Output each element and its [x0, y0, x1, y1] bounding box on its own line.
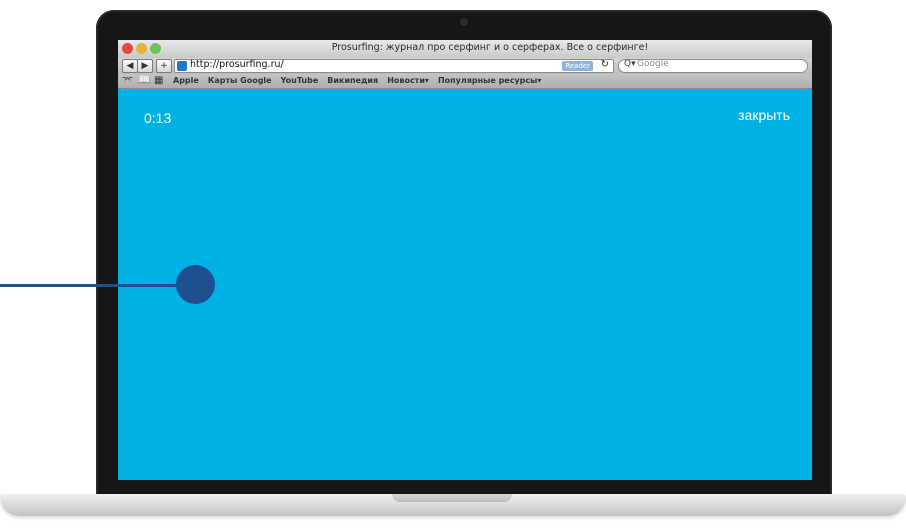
- video-timer: 0:13: [144, 110, 172, 126]
- title-bar: Prosurfing: журнал про серфинг и о серфе…: [118, 40, 812, 59]
- toolbar: ◀ ▶ + http://prosurfing.ru/ Reader ↻ Q▾ …: [118, 58, 812, 74]
- minimize-window-button[interactable]: [136, 43, 147, 54]
- window-title: Prosurfing: журнал про серфинг и о серфе…: [331, 42, 649, 53]
- bookmark-wikipedia[interactable]: Википедия: [327, 74, 378, 87]
- reload-icon[interactable]: ↻: [601, 59, 609, 70]
- bookmark-google-maps[interactable]: Карты Google: [208, 74, 272, 87]
- top-sites-grid-icon[interactable]: ▦: [154, 74, 163, 87]
- bookmark-list: Apple Карты Google YouTube Википедия Нов…: [173, 74, 541, 87]
- close-window-button[interactable]: [122, 43, 133, 54]
- site-favicon-icon: [177, 61, 187, 71]
- bookmarks-bar: ⌤ 📖 ▦ Apple Карты Google YouTube Википед…: [118, 74, 812, 89]
- bookmark-news[interactable]: Новости▾: [387, 74, 429, 87]
- search-input[interactable]: Q▾ Google: [618, 59, 808, 73]
- bookmark-popular[interactable]: Популярные ресурсы▾: [438, 74, 541, 87]
- address-bar[interactable]: http://prosurfing.ru/ Reader ↻: [174, 59, 614, 73]
- back-button[interactable]: ◀: [122, 59, 138, 73]
- laptop-notch: [392, 494, 512, 502]
- search-icon: Q▾: [624, 59, 636, 69]
- stage: Prosurfing: журнал про серфинг и о серфе…: [0, 0, 906, 528]
- bookmark-apple[interactable]: Apple: [173, 74, 199, 87]
- bookmarks-book-icon[interactable]: 📖: [138, 74, 150, 87]
- add-bookmark-button[interactable]: +: [156, 59, 172, 73]
- pointer-line: [0, 284, 196, 287]
- reader-button[interactable]: Reader: [562, 61, 593, 71]
- camera-icon: [460, 18, 468, 26]
- bookmark-youtube[interactable]: YouTube: [281, 74, 319, 87]
- zoom-window-button[interactable]: [150, 43, 161, 54]
- url-text[interactable]: http://prosurfing.ru/: [190, 59, 284, 70]
- search-placeholder: Google: [637, 59, 669, 69]
- reading-list-icon[interactable]: ⌤: [122, 74, 134, 87]
- browser-window: Prosurfing: журнал про серфинг и о серфе…: [118, 40, 812, 480]
- forward-button[interactable]: ▶: [137, 59, 153, 73]
- close-button[interactable]: закрыть: [738, 107, 790, 123]
- pointer-dot: [176, 265, 215, 304]
